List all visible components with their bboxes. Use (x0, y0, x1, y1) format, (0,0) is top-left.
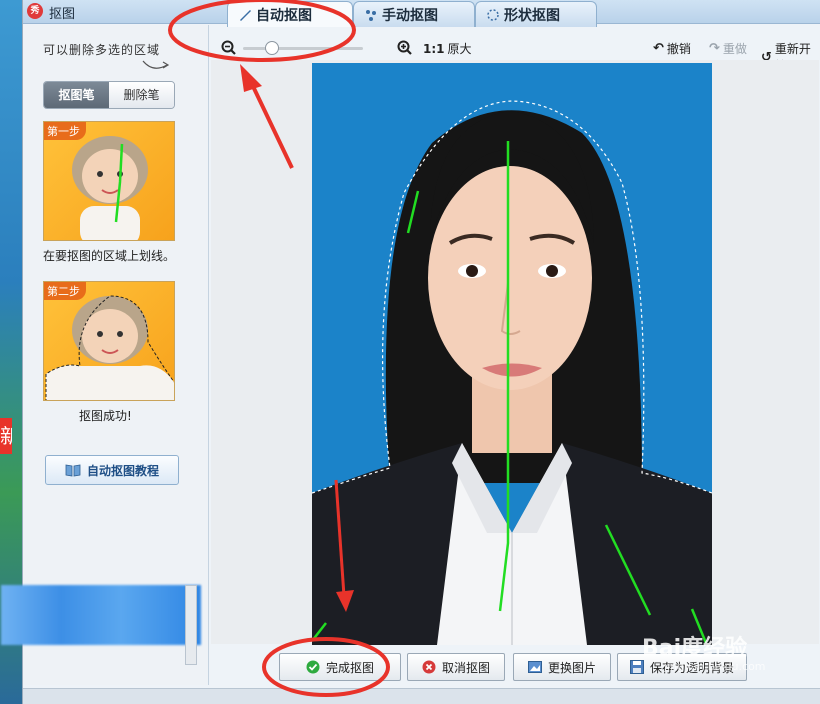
tab-shape-cutout[interactable]: 形状抠图 (475, 1, 597, 27)
zoom-slider-handle[interactable] (264, 41, 279, 55)
cutout-pen-button[interactable]: 抠图笔 (44, 82, 109, 108)
zoom-slider[interactable] (243, 47, 363, 50)
undo-label: 撤销 (666, 42, 691, 56)
panel-scrollbar[interactable] (185, 585, 197, 665)
portrait-drawing (312, 100, 712, 645)
blurred-region (1, 585, 201, 645)
tab-auto-cutout[interactable]: 自动抠图 (227, 1, 353, 27)
baidu-watermark-url: jingyan.baidu.com (664, 660, 766, 673)
brush-icon (240, 9, 251, 21)
original-size-label: 原大 (447, 42, 472, 56)
app-logo-icon: 秀 (27, 3, 43, 19)
lasso-points-icon (366, 9, 376, 21)
book-icon (65, 464, 81, 477)
desktop-app-icon[interactable]: 新 (0, 418, 12, 454)
finish-cutout-button[interactable]: 完成抠图 (279, 653, 401, 681)
step2-caption: 抠图成功! (79, 409, 132, 423)
undo-button[interactable]: ↶ 撤销 (653, 40, 691, 57)
replace-image-button[interactable]: 更换图片 (513, 653, 611, 681)
zoom-in-icon[interactable] (397, 40, 413, 56)
step2-example-image: 第二步 (43, 281, 175, 401)
hint-text: 可以删除多选的区域 (43, 43, 161, 57)
cancel-cutout-button[interactable]: 取消抠图 (407, 653, 505, 681)
canvas-area[interactable] (211, 60, 819, 645)
tab-label: 手动抠图 (382, 7, 438, 24)
redo-label: 重做 (722, 42, 747, 56)
erase-pen-button[interactable]: 删除笔 (109, 82, 174, 108)
tab-label: 自动抠图 (256, 7, 312, 24)
portrait-photo[interactable] (312, 63, 712, 645)
shape-dashed-icon (487, 8, 499, 21)
step1-caption: 在要抠图的区域上划线。 (43, 249, 176, 263)
image-icon (527, 661, 542, 673)
finish-label: 完成抠图 (325, 660, 374, 675)
status-bar (23, 688, 820, 704)
step2-badge: 第二步 (44, 282, 86, 300)
cancel-icon (422, 660, 436, 674)
undo-icon: ↶ (653, 41, 664, 56)
cancel-label: 取消抠图 (441, 660, 490, 675)
window-title: 抠图 (49, 7, 76, 22)
zoom-out-icon[interactable] (221, 40, 237, 56)
tab-label: 形状抠图 (504, 7, 560, 24)
step1-badge: 第一步 (44, 122, 86, 140)
ratio-label: 1:1 (423, 41, 445, 56)
tutorial-label: 自动抠图教程 (86, 463, 159, 478)
tab-manual-cutout[interactable]: 手动抠图 (353, 1, 475, 27)
redo-icon: ↷ (709, 41, 720, 56)
auto-cutout-tutorial-button[interactable]: 自动抠图教程 (45, 455, 179, 485)
check-icon (306, 660, 320, 674)
redo-button[interactable]: ↷ 重做 (709, 40, 747, 57)
pen-mode-toggle: 抠图笔 删除笔 (43, 81, 175, 109)
replace-label: 更换图片 (547, 660, 596, 675)
original-size-button[interactable]: 1:1 原大 (423, 40, 472, 57)
curl-arrow-icon (142, 60, 170, 69)
cutout-window: 秀 抠图 自动抠图 手动抠图 形状抠图 可以删除多选的区域 抠图笔 删除笔 第一… (1, 0, 820, 704)
save-icon (629, 660, 644, 674)
step1-example-image: 第一步 (43, 121, 175, 241)
canvas-toolbar: 1:1 原大 ↶ 撤销 ↷ 重做 ↺ 重新开始 (211, 30, 817, 73)
baidu-watermark-logo: Bai度经验 (642, 636, 748, 661)
